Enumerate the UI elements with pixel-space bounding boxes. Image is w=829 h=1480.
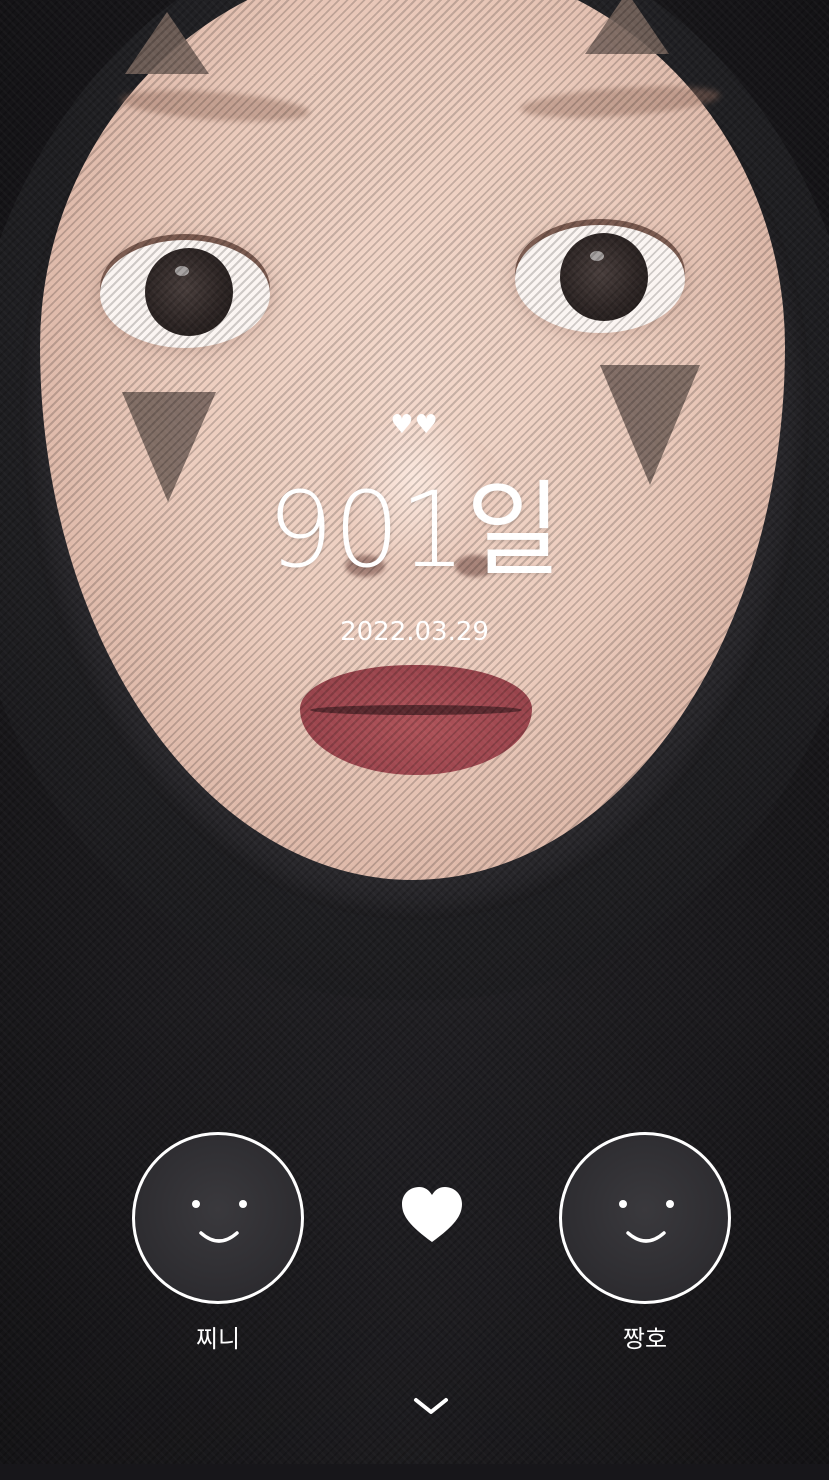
chevron-down-icon[interactable] bbox=[410, 1392, 452, 1420]
heart-icon bbox=[400, 1186, 464, 1244]
dday-home-screen: ♥♥ 901일 2022.03.29 찌니 짱호 bbox=[0, 0, 829, 1480]
profile-avatar-left[interactable] bbox=[132, 1132, 304, 1304]
profile-name-left[interactable]: 찌니 bbox=[132, 1322, 304, 1356]
profile-name-right[interactable]: 짱호 bbox=[559, 1322, 731, 1356]
bottom-bar bbox=[0, 1464, 829, 1480]
profile-avatar-right[interactable] bbox=[559, 1132, 731, 1304]
start-date[interactable]: 2022.03.29 bbox=[0, 612, 829, 652]
day-count[interactable]: 901일 bbox=[0, 465, 829, 595]
smiley-face-icon bbox=[619, 1200, 674, 1243]
double-heart-icon: ♥♥ bbox=[390, 410, 439, 440]
smiley-face-icon bbox=[192, 1200, 247, 1243]
